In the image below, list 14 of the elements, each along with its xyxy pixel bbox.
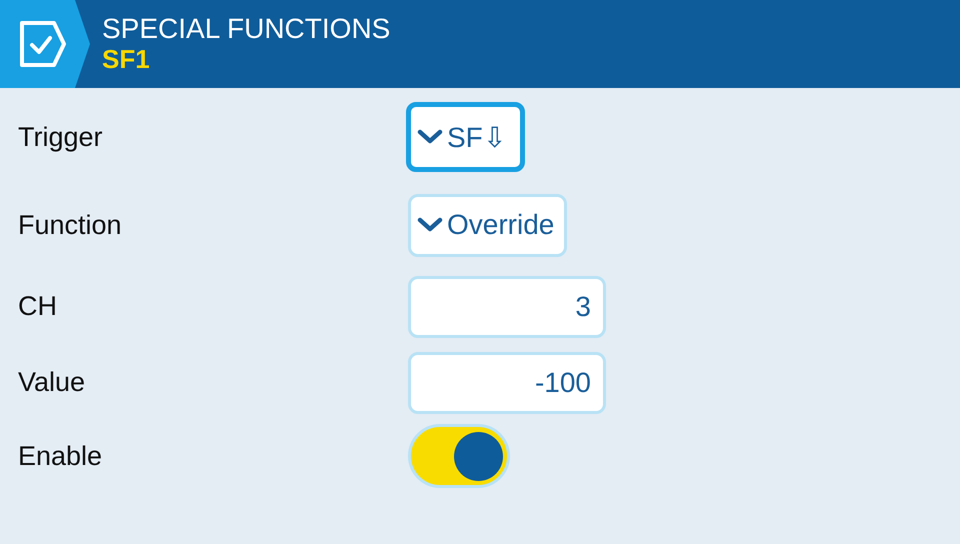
number-field[interactable]: 3	[408, 276, 606, 338]
chevron-down-icon	[417, 129, 443, 145]
field-label: Enable	[17, 440, 104, 472]
dropdown[interactable]: SF⇩	[406, 102, 525, 172]
field-label: Function	[17, 210, 123, 240]
number-field[interactable]: -100	[408, 352, 606, 414]
field-label: Value	[17, 367, 86, 398]
field-label: CH	[17, 291, 58, 322]
screen-subtitle: SF1	[102, 45, 151, 76]
dropdown[interactable]: Override	[408, 194, 568, 256]
checkbox-icon	[18, 19, 68, 69]
field-label: Trigger	[17, 122, 104, 152]
chevron-down-icon	[417, 217, 443, 233]
screen-title: SPECIAL FUNCTIONS	[102, 12, 390, 46]
